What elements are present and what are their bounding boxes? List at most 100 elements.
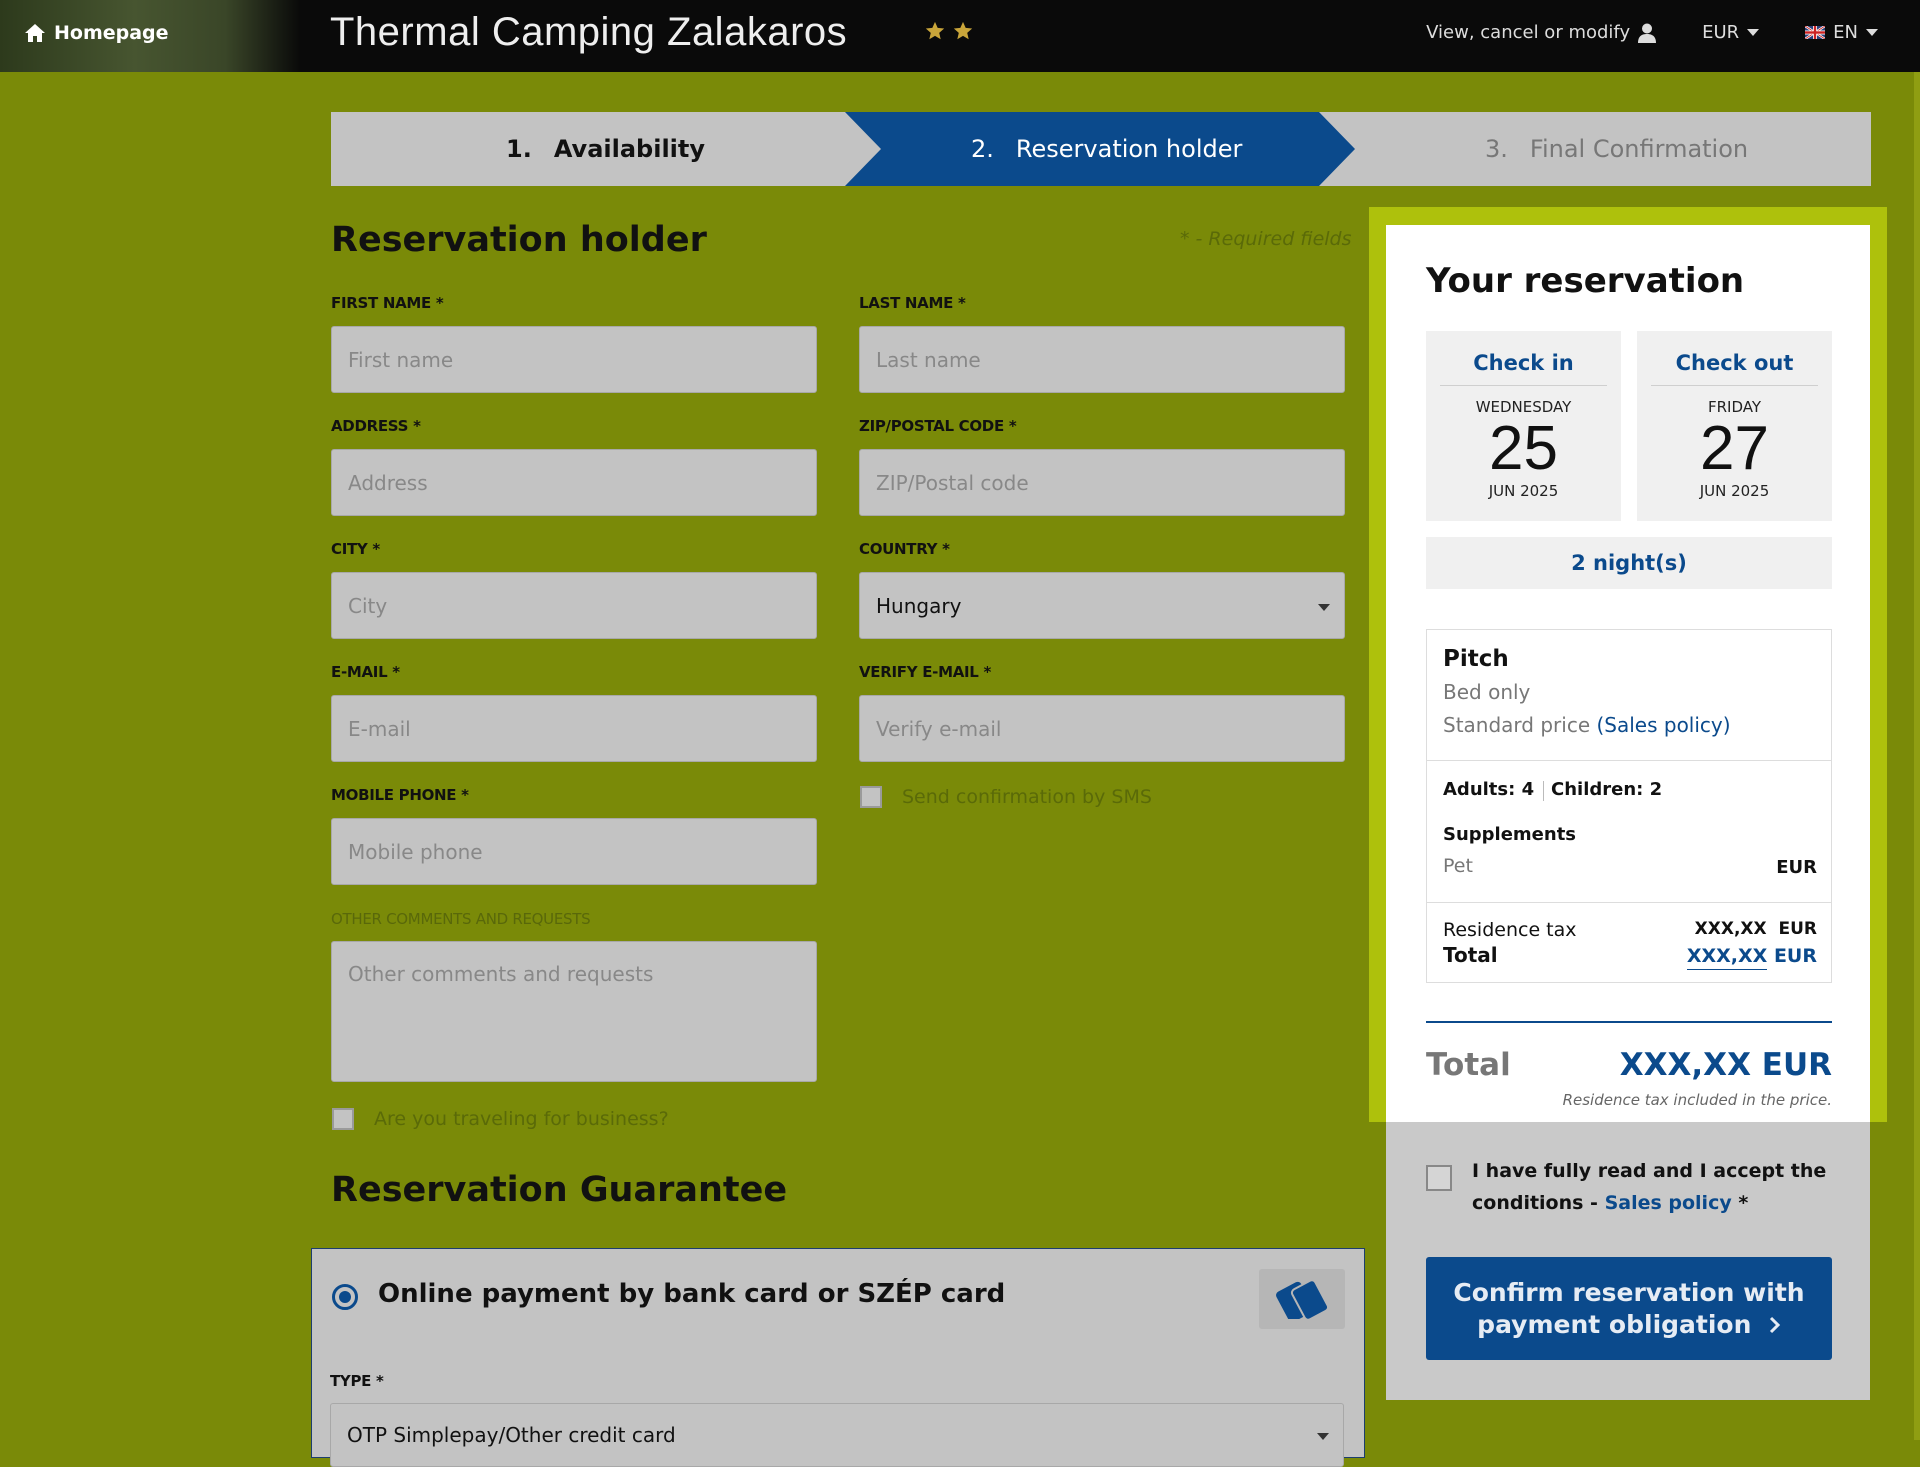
caret-down-icon (1318, 603, 1330, 611)
step-final-confirmation: 3. Final Confirmation (1485, 135, 1749, 163)
price-type-line: Standard price (Sales policy) (1443, 713, 1731, 737)
caret-down-icon (1317, 1433, 1329, 1440)
reservation-guarantee-title: Reservation Guarantee (331, 1170, 788, 1210)
sms-confirmation-option[interactable]: Send confirmation by SMS (860, 786, 1152, 808)
credit-card-icon (1259, 1269, 1345, 1329)
country-value: Hungary (876, 593, 962, 618)
manage-booking-link[interactable]: View, cancel or modify (1426, 22, 1657, 43)
required-fields-note: * - Required fields (1180, 228, 1352, 250)
payment-option-label: Online payment by bank card or SZÉP card (378, 1279, 1006, 1309)
user-icon (1638, 23, 1657, 43)
language-label: EN (1833, 22, 1858, 43)
star-icon (925, 21, 945, 40)
confirm-button-label: Confirm reservation with payment obligat… (1453, 1277, 1805, 1339)
language-selector[interactable]: EN (1805, 22, 1878, 43)
homepage-link[interactable]: Homepage (24, 22, 169, 44)
grand-total-label: Total (1426, 1047, 1511, 1083)
total-divider (1426, 1021, 1832, 1023)
guests-section: Adults: 4 Children: 2 Supplements Pet EU… (1427, 761, 1831, 903)
residence-tax-label: Residence tax (1443, 919, 1577, 941)
chevron-right-icon (1769, 1316, 1780, 1333)
payment-type-value: OTP Simplepay/Other credit card (347, 1423, 676, 1447)
check-in-day: 25 (1489, 414, 1558, 483)
home-icon (25, 24, 45, 42)
supplements-title: Supplements (1443, 824, 1577, 845)
currency-label: EUR (1702, 22, 1740, 43)
last-name-field[interactable]: Last name (859, 326, 1345, 393)
guest-divider (1543, 781, 1544, 801)
reservation-holder-title: Reservation holder (331, 220, 707, 260)
progress-steps: 1. Availability 2. Reservation holder 3.… (331, 112, 1871, 186)
payment-type-select[interactable]: OTP Simplepay/Other credit card (330, 1403, 1344, 1467)
payment-type-label: TYPE * (330, 1372, 384, 1390)
sms-checkbox[interactable] (860, 786, 882, 808)
pet-supplement: Pet (1443, 855, 1473, 877)
site-title: Thermal Camping Zalakaros (330, 10, 848, 54)
top-bar: Homepage Thermal Camping Zalakaros View,… (0, 0, 1920, 72)
bed-option: Bed only (1443, 680, 1531, 704)
caret-down-icon (1866, 28, 1878, 36)
comments-textarea[interactable]: Other comments and requests (331, 941, 817, 1082)
first-name-field[interactable]: First name (331, 326, 817, 393)
last-name-label: LAST NAME * (859, 294, 966, 312)
pitch-section: Pitch Bed only Standard price (Sales pol… (1427, 630, 1831, 761)
mobile-phone-label: MOBILE PHONE * (331, 786, 469, 804)
accept-checkbox[interactable] (1426, 1165, 1452, 1191)
comments-label: OTHER COMMENTS AND REQUESTS (331, 910, 591, 928)
page-right-edge (1914, 72, 1920, 1440)
check-in-label: Check in (1440, 351, 1607, 386)
top-right-nav: View, cancel or modify EUR EN (1426, 22, 1878, 43)
reservation-summary: Your reservation Check in WEDNESDAY 25 J… (1386, 225, 1870, 1400)
business-checkbox[interactable] (332, 1108, 354, 1130)
manage-booking-label: View, cancel or modify (1426, 22, 1631, 43)
city-field[interactable]: City (331, 572, 817, 639)
check-out-box: Check out FRIDAY 27 JUN 2025 (1637, 331, 1832, 521)
subtotal-price: XXX,XX EUR (1686, 945, 1817, 970)
step-availability[interactable]: 1. Availability (506, 112, 705, 186)
city-label: CITY * (331, 540, 380, 558)
star-icon (953, 21, 973, 40)
confirm-reservation-button[interactable]: Confirm reservation with payment obligat… (1426, 1257, 1832, 1360)
accept-required-mark: * (1731, 1192, 1749, 1214)
children-count: Children: 2 (1551, 779, 1663, 800)
summary-title: Your reservation (1426, 261, 1745, 301)
accept-sales-policy-link[interactable]: Sales policy (1605, 1192, 1732, 1214)
address-label: ADDRESS * (331, 417, 421, 435)
business-label: Are you traveling for business? (374, 1108, 669, 1130)
booking-details: Pitch Bed only Standard price (Sales pol… (1426, 629, 1832, 983)
country-select[interactable]: Hungary (859, 572, 1345, 639)
country-label: COUNTRY * (859, 540, 950, 558)
star-rating (924, 20, 974, 42)
first-name-label: FIRST NAME * (331, 294, 444, 312)
currency-selector[interactable]: EUR (1702, 22, 1760, 43)
check-out-label: Check out (1651, 351, 1818, 386)
nights-count: 2 night(s) (1426, 537, 1832, 589)
pitch-title: Pitch (1443, 646, 1509, 672)
subtotal-label: Total (1443, 943, 1498, 967)
business-travel-option[interactable]: Are you traveling for business? (332, 1108, 669, 1130)
verify-email-field[interactable]: Verify e-mail (859, 695, 1345, 762)
grand-total-value: XXX,XX EUR (1619, 1047, 1832, 1083)
caret-down-icon (1747, 28, 1760, 36)
uk-flag-icon (1805, 26, 1826, 39)
totals-section: Residence tax XXX,XX EUR Total XXX,XX EU… (1427, 903, 1831, 983)
zip-field[interactable]: ZIP/Postal code (859, 449, 1345, 516)
homepage-label: Homepage (54, 22, 169, 44)
payment-option-card[interactable]: Online payment by bank card or SZÉP card… (311, 1248, 1365, 1467)
accept-text-block: I have fully read and I accept the condi… (1472, 1155, 1832, 1219)
check-in-month-year: JUN 2025 (1488, 482, 1559, 500)
zip-label: ZIP/POSTAL CODE * (859, 417, 1017, 435)
email-field[interactable]: E-mail (331, 695, 817, 762)
tax-note: Residence tax included in the price. (1562, 1091, 1832, 1109)
pet-price: EUR (1776, 857, 1817, 878)
verify-email-label: VERIFY E-MAIL * (859, 663, 992, 681)
address-field[interactable]: Address (331, 449, 817, 516)
payment-radio[interactable] (332, 1284, 358, 1310)
check-in-box: Check in WEDNESDAY 25 JUN 2025 (1426, 331, 1621, 521)
price-type: Standard price (1443, 713, 1591, 737)
email-label: E-MAIL * (331, 663, 400, 681)
sales-policy-link[interactable]: (Sales policy) (1596, 713, 1730, 737)
residence-tax-price: XXX,XX EUR (1694, 919, 1817, 939)
step-reservation-holder: 2. Reservation holder (971, 135, 1243, 163)
mobile-phone-field[interactable]: Mobile phone (331, 818, 817, 885)
